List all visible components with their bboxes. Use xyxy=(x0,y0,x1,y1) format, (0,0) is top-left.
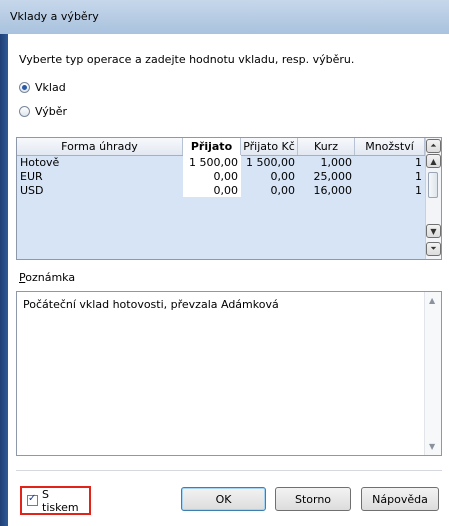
scroll-bottom-icon[interactable]: ⏷ xyxy=(426,242,441,256)
cell-prijato-kc: 0,00 xyxy=(270,183,296,197)
radio-vyber-label: Výběr xyxy=(35,105,68,118)
table-row[interactable]: USD 0,00 0,00 16,000 1 xyxy=(17,183,425,197)
note-textarea[interactable]: Počáteční vklad hotovosti, převzala Adám… xyxy=(16,291,442,456)
scroll-top-icon[interactable]: ⏶ xyxy=(426,139,441,153)
payment-grid[interactable]: Forma úhrady Přijato Přijato Kč Kurz Mno… xyxy=(16,137,442,260)
print-checkbox-highlight[interactable]: S tiskem xyxy=(20,486,91,515)
note-label-text: oznámka xyxy=(25,271,76,284)
scroll-down-icon[interactable]: ▼ xyxy=(426,224,441,238)
cell-prijato[interactable]: 0,00 xyxy=(183,183,241,197)
cell-forma: USD xyxy=(20,183,44,197)
table-row[interactable]: Hotově 1 500,00 1 500,00 1,000 1 xyxy=(17,155,425,169)
cell-prijato[interactable]: 1 500,00 xyxy=(183,155,241,169)
note-text: Počáteční vklad hotovosti, převzala Adám… xyxy=(23,298,279,311)
radio-vyber[interactable]: Výběr xyxy=(19,105,67,118)
cancel-button[interactable]: Storno xyxy=(275,487,351,511)
grid-scrollbar[interactable]: ⏶ ▲ ▼ ⏷ xyxy=(425,138,441,259)
radio-selected-icon xyxy=(19,82,30,93)
cell-mnozstvi: 1 xyxy=(415,155,422,169)
cell-forma: EUR xyxy=(20,169,43,183)
ok-button[interactable]: OK xyxy=(181,487,266,511)
dialog-window: Vklady a výběry Vyberte typ operace a za… xyxy=(0,0,449,526)
col-header-mnozstvi[interactable]: Množství xyxy=(355,138,425,155)
window-title: Vklady a výběry xyxy=(10,10,99,23)
cell-prijato[interactable]: 0,00 xyxy=(183,169,241,183)
cell-prijato-kc: 1 500,00 xyxy=(246,155,295,169)
footer-divider xyxy=(16,470,442,471)
cell-mnozstvi: 1 xyxy=(415,183,422,197)
instruction-text: Vyberte typ operace a zadejte hodnotu vk… xyxy=(19,53,355,66)
scroll-up-icon[interactable]: ▲ xyxy=(426,154,441,168)
note-label: Poznámka xyxy=(19,271,75,284)
radio-vklad[interactable]: Vklad xyxy=(19,81,66,94)
col-header-prijato[interactable]: Přijato xyxy=(183,138,241,155)
cell-prijato-kc: 0,00 xyxy=(270,169,296,183)
scroll-up-icon[interactable]: ▲ xyxy=(429,296,435,305)
table-row[interactable]: EUR 0,00 0,00 25,000 1 xyxy=(17,169,425,183)
radio-unselected-icon xyxy=(19,106,30,117)
cell-kurz: 25,000 xyxy=(313,169,353,183)
cell-forma: Hotově xyxy=(20,155,60,169)
note-scrollbar[interactable]: ▲ ▼ xyxy=(424,292,441,455)
checkbox-checked-icon[interactable] xyxy=(27,493,38,506)
print-checkbox-label: S tiskem xyxy=(42,487,79,514)
grid-header: Forma úhrady Přijato Přijato Kč Kurz Mno… xyxy=(17,138,425,156)
title-bar[interactable]: Vklady a výběry xyxy=(0,0,449,35)
col-header-forma[interactable]: Forma úhrady xyxy=(17,138,183,155)
scroll-thumb[interactable] xyxy=(428,172,438,198)
cell-kurz: 1,000 xyxy=(320,155,353,169)
radio-vklad-label: Vklad xyxy=(35,81,66,94)
cell-mnozstvi: 1 xyxy=(415,169,422,183)
help-button[interactable]: Nápověda xyxy=(361,487,439,511)
scroll-down-icon[interactable]: ▼ xyxy=(429,442,435,451)
col-header-kurz[interactable]: Kurz xyxy=(298,138,355,155)
window-left-border xyxy=(0,34,8,526)
col-header-prijato-kc[interactable]: Přijato Kč xyxy=(241,138,298,155)
cell-kurz: 16,000 xyxy=(313,183,353,197)
